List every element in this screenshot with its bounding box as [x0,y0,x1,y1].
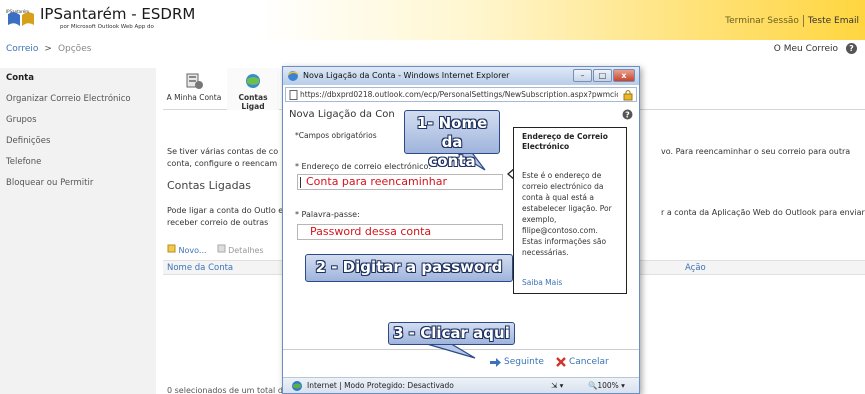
mailbox-icon [186,73,203,89]
tooltip-text: Este é o endereço de correio electrónico… [522,171,612,257]
zoom-value: 100% [597,381,619,390]
zoom-level[interactable]: 🔍100% ▾ [588,381,625,390]
selection-count: 0 selecionados de um total d [167,386,283,394]
intro-text-left: Se tiver várias contas de co conta, conf… [167,147,279,168]
details-button[interactable]: Detalhes [217,244,264,255]
my-mail-link[interactable]: O Meu Correio [774,44,838,54]
email-field-value: Conta para reencaminhar [306,175,447,188]
signout-link[interactable]: Terminar Sessão [725,16,799,26]
callout-step-2: 2 - Digitar a password [305,254,513,282]
new-icon [167,244,176,253]
section-title: Contas Ligadas [167,179,252,192]
svg-text:IPSantarém: IPSantarém [6,9,29,14]
dialog-heading: Nova Ligação da Con [289,109,395,120]
divider [802,15,804,27]
password-field[interactable]: Password dessa conta [297,224,503,240]
globe-icon [292,381,302,391]
top-links: Terminar Sessão Teste Email [725,15,859,27]
close-button[interactable]: x [613,69,635,82]
column-header-action[interactable]: Ação [685,263,706,273]
cancel-button[interactable]: Cancelar [556,357,609,367]
lock-icon[interactable] [623,89,633,101]
ie-icon [287,71,299,81]
ie-status-bar: Internet | Modo Protegido: Desactivado ⇲… [283,377,639,393]
minimize-button[interactable]: – [573,69,592,82]
address-bar[interactable]: https://dbxprd0218.outlook.com/ecp/Perso… [285,87,637,102]
breadcrumb: Correio > Opções [6,44,91,54]
maximize-button[interactable]: □ [593,69,612,82]
tooltip-title: Endereço de Correio Electrónico [522,132,608,151]
my-account-button[interactable]: A Minha Conta [163,68,225,110]
globe-icon [246,74,260,88]
password-label: * Palavra-passe: [295,210,360,219]
sidebar-item-account[interactable]: Conta [0,68,156,89]
dialog-footer: Seguinte Cancelar [283,349,639,375]
sidebar-item-organize[interactable]: Organizar Correio Electrónico [0,89,156,110]
windows-logo-icon: IPSantarém [6,9,34,26]
my-mail-link-area: O Meu Correio ? [774,43,857,54]
details-icon [217,244,226,253]
cancel-label: Cancelar [569,357,609,367]
dialog-title: Nova Ligação da Conta - Windows Internet… [303,71,510,80]
linked-text-right: r a conta da Aplicação Web do Outlook pa… [661,208,865,217]
learn-more-link[interactable]: Saiba Mais [522,278,562,287]
list-toolbar: Novo... Detalhes [167,244,264,255]
next-label: Seguinte [504,357,544,367]
sidebar-item-block[interactable]: Bloquear ou Permitir [0,173,156,194]
page-icon [289,90,298,100]
user-link[interactable]: Teste Email [808,16,859,26]
help-icon[interactable]: ? [846,43,857,54]
details-label: Detalhes [228,246,264,255]
x-cancel-icon [556,357,566,367]
intro-text-right: vo. Para reencaminhar o seu correio para… [661,147,851,156]
email-field[interactable]: Conta para reencaminhar [297,174,503,190]
next-button[interactable]: Seguinte [490,357,544,367]
dialog-titlebar[interactable]: Nova Ligação da Conta - Windows Internet… [283,67,639,85]
address-url: https://dbxprd0218.outlook.com/ecp/Perso… [300,90,618,99]
breadcrumb-current: Opções [57,44,92,54]
svg-text:?: ? [625,111,630,120]
field-help-tooltip: Endereço de Correio Electrónico Este é o… [513,127,627,294]
breadcrumb-root[interactable]: Correio [6,44,38,54]
text-caret [300,177,301,188]
help-icon[interactable]: ? [622,109,633,120]
app-title: IPSantarém - ESDRM [40,5,196,23]
required-note: *Campos obrigatórios [295,131,377,140]
sidebar-item-phone[interactable]: Telefone [0,152,156,173]
linked-accounts-label: Contas Ligad [238,93,268,111]
new-label: Novo... [178,246,207,255]
breadcrumb-separator: > [44,44,52,54]
callout-step-1-line1: 1- Nome da [416,114,488,151]
app-subtitle: por Microsoft Outlook Web App do [60,24,154,30]
window-controls: – □ x [573,69,635,82]
arrow-right-icon [490,357,501,367]
sidebar: Conta Organizar Correio Electrónico Grup… [0,68,156,394]
callout-step-1-line2: conta [428,152,476,170]
sidebar-item-settings[interactable]: Definições [0,131,156,152]
top-banner: IPSantarém IPSantarém - ESDRM por Micros… [0,0,865,40]
security-zone: Internet | Modo Protegido: Desactivado [307,381,454,390]
callout-step-1: 1- Nome da conta [404,110,500,170]
sidebar-item-groups[interactable]: Grupos [0,110,156,131]
my-account-label: A Minha Conta [166,93,222,102]
zone-settings-icon[interactable]: ⇲ ▾ [551,381,563,390]
callout-step-3: 3 - Clicar aqui [388,322,515,345]
linked-accounts-button[interactable]: Contas Ligad [227,68,279,111]
linked-text-left: Pode ligar a conta do Outlo e receber co… [167,206,284,227]
new-button[interactable]: Novo... [167,244,207,255]
column-header-name[interactable]: Nome da Conta [167,263,233,273]
password-field-value: Password dessa conta [310,225,432,238]
